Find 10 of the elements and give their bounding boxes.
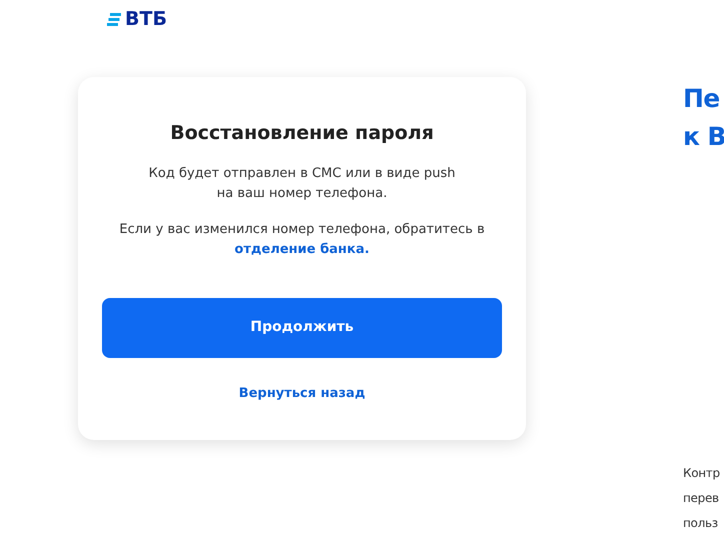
side-text: Контр перев польз xyxy=(683,465,721,532)
bank-office-link[interactable]: отделение банка. xyxy=(234,242,370,256)
hint-text: Если у вас изменился номер телефона, обратитесь в отделение банка. xyxy=(118,220,486,258)
logo-text: ВТБ xyxy=(125,10,167,28)
logo-icon xyxy=(107,12,121,26)
notice-text: Код будет отправлен в СМС или в виде push на ваш номер телефона. xyxy=(148,164,456,202)
side-heading: Пе к В xyxy=(683,83,724,153)
back-link[interactable]: Вернуться назад xyxy=(238,384,366,403)
card-title: Восстановление пароля xyxy=(170,121,434,146)
continue-button[interactable]: Продолжить xyxy=(102,298,502,358)
